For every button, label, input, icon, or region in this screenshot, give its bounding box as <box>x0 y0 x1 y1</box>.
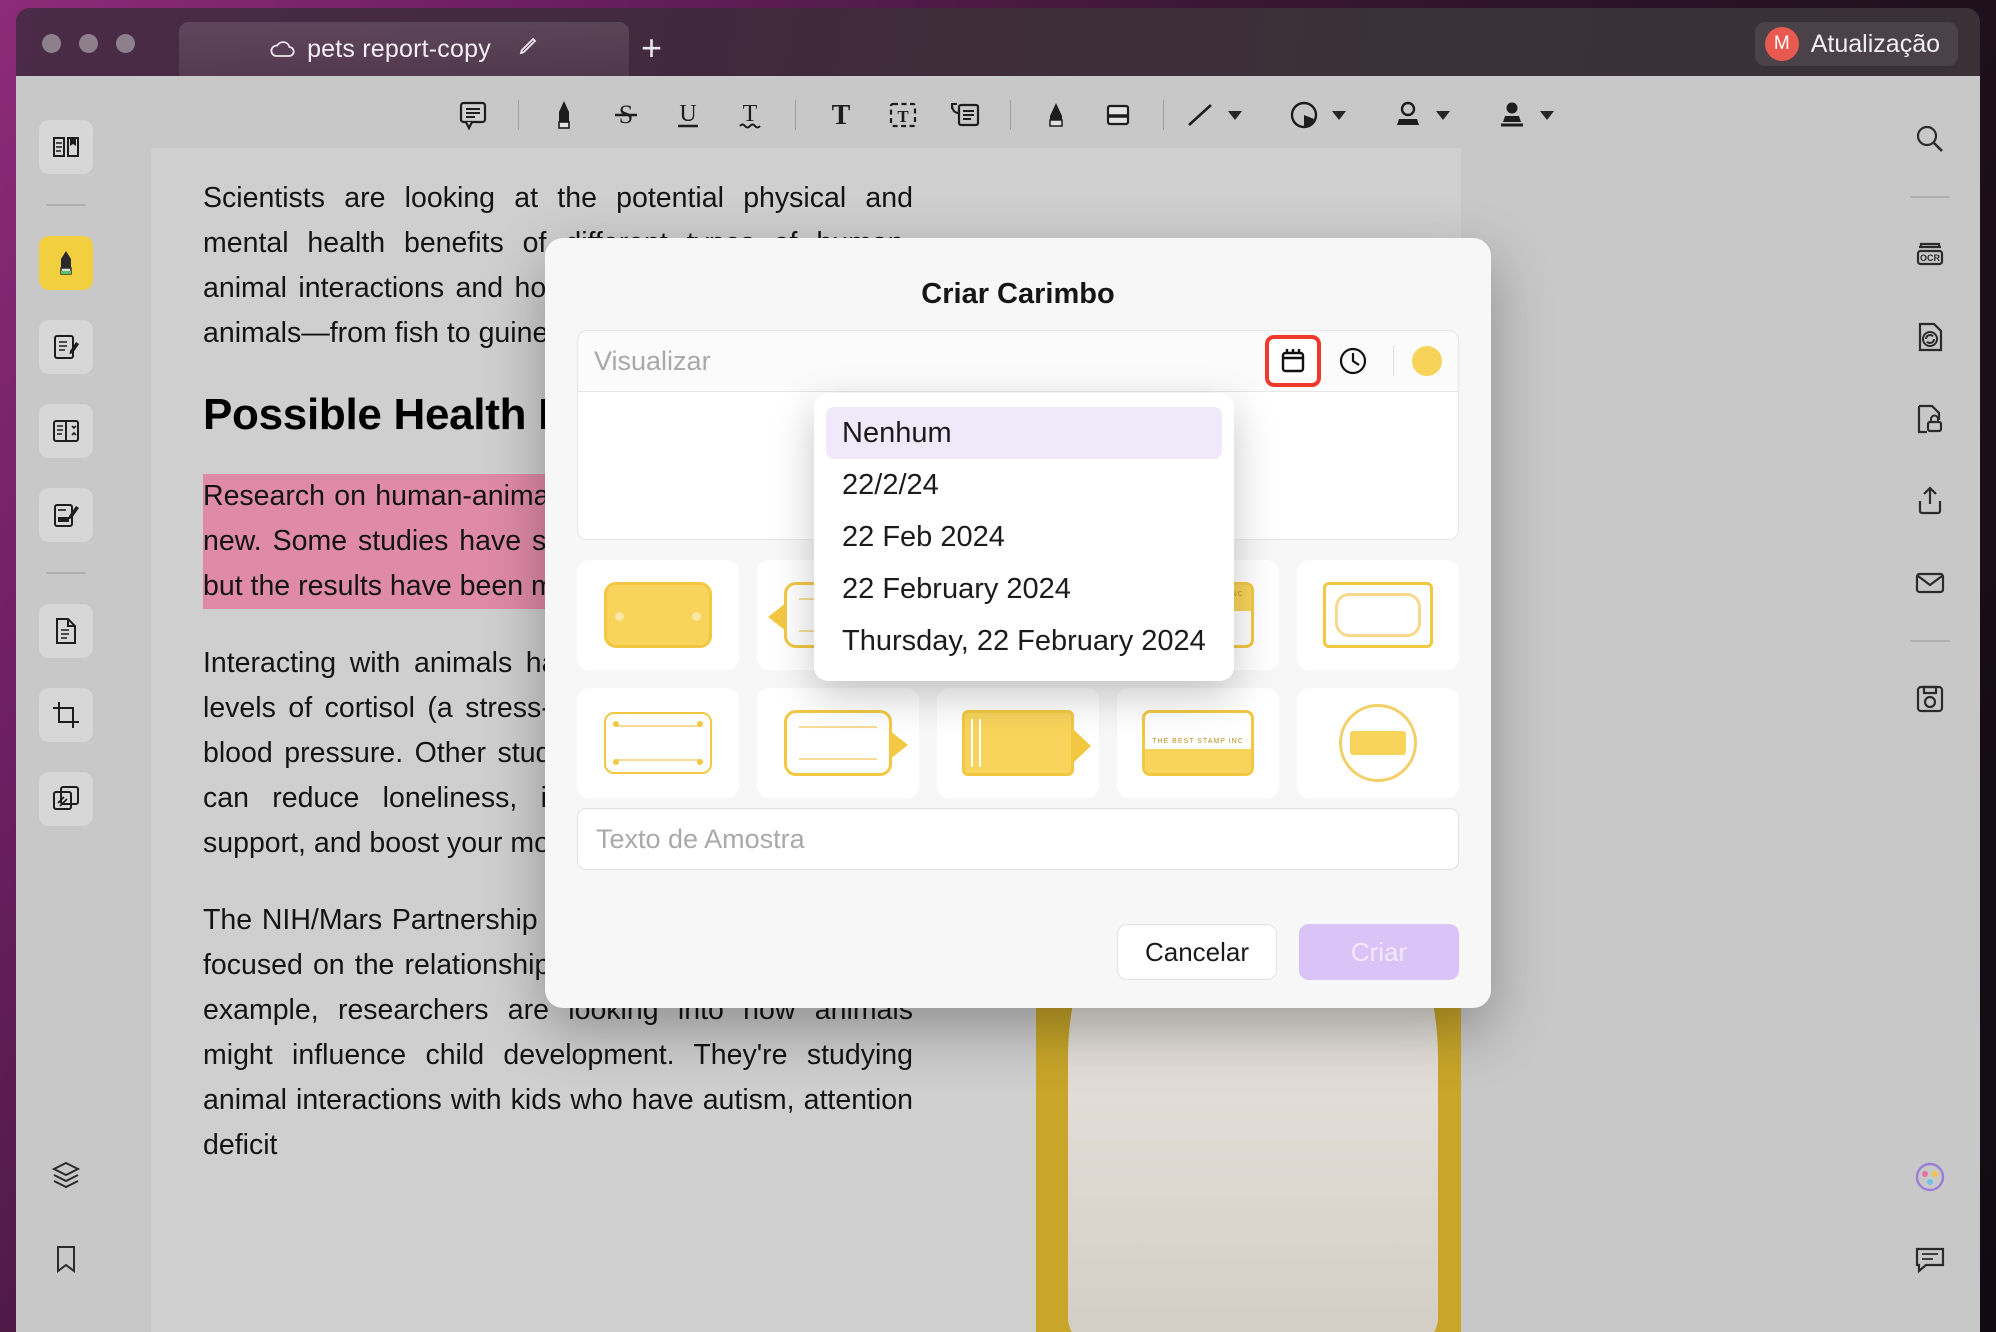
window-titlebar: pets report-copy + M Atualização <box>16 8 1980 76</box>
close-window-button[interactable] <box>42 34 61 53</box>
style-right-arrow-outline[interactable] <box>757 688 919 798</box>
style-oval-seal[interactable] <box>1297 688 1459 798</box>
color-swatch[interactable] <box>1412 346 1442 376</box>
style-right-arrow-filled[interactable] <box>937 688 1099 798</box>
tab-title: pets report-copy <box>307 35 491 64</box>
pencil-icon[interactable] <box>517 35 539 63</box>
date-option-full[interactable]: Thursday, 22 February 2024 <box>826 615 1222 667</box>
desktop-background: pets report-copy + M Atualização <box>0 0 1996 1332</box>
maximize-window-button[interactable] <box>116 34 135 53</box>
application-window: pets report-copy + M Atualização <box>16 8 1980 1332</box>
date-option-short[interactable]: 22/2/24 <box>826 459 1222 511</box>
update-label: Atualização <box>1811 30 1940 59</box>
create-stamp-dialog: Criar Carimbo Visualizar Texto de <box>545 238 1491 1008</box>
style-bottom-band[interactable]: THE BEST STAMP INC <box>1117 688 1279 798</box>
sample-text-placeholder: Texto de Amostra <box>596 824 805 855</box>
create-button[interactable]: Criar <box>1299 924 1459 980</box>
dialog-title: Criar Carimbo <box>545 278 1491 311</box>
toolbar-divider <box>1393 346 1394 376</box>
update-button[interactable]: M Atualização <box>1755 22 1958 66</box>
date-option-medium[interactable]: 22 Feb 2024 <box>826 511 1222 563</box>
preview-placeholder: Visualizar <box>594 346 1265 377</box>
style-double-border[interactable] <box>1297 560 1459 670</box>
cloud-icon <box>269 40 295 58</box>
date-format-dropdown: Nenhum 22/2/24 22 Feb 2024 22 February 2… <box>814 393 1234 681</box>
dialog-actions: Cancelar Criar <box>1117 924 1459 980</box>
preview-toolbar: Visualizar <box>577 330 1459 392</box>
calendar-icon[interactable] <box>1265 335 1321 387</box>
date-option-nenhum[interactable]: Nenhum <box>826 407 1222 459</box>
style-plain-outline[interactable] <box>577 688 739 798</box>
sample-text-input[interactable]: Texto de Amostra <box>577 808 1459 870</box>
clock-icon[interactable] <box>1331 339 1375 383</box>
style-filled-plaque[interactable] <box>577 560 739 670</box>
workspace: OCR <box>16 76 1980 1332</box>
plus-icon[interactable]: + <box>641 28 662 68</box>
cancel-button[interactable]: Cancelar <box>1117 924 1277 980</box>
document-tab[interactable]: pets report-copy <box>179 22 629 76</box>
window-controls[interactable] <box>42 34 135 53</box>
date-option-long[interactable]: 22 February 2024 <box>826 563 1222 615</box>
avatar: M <box>1765 27 1799 61</box>
minimize-window-button[interactable] <box>79 34 98 53</box>
